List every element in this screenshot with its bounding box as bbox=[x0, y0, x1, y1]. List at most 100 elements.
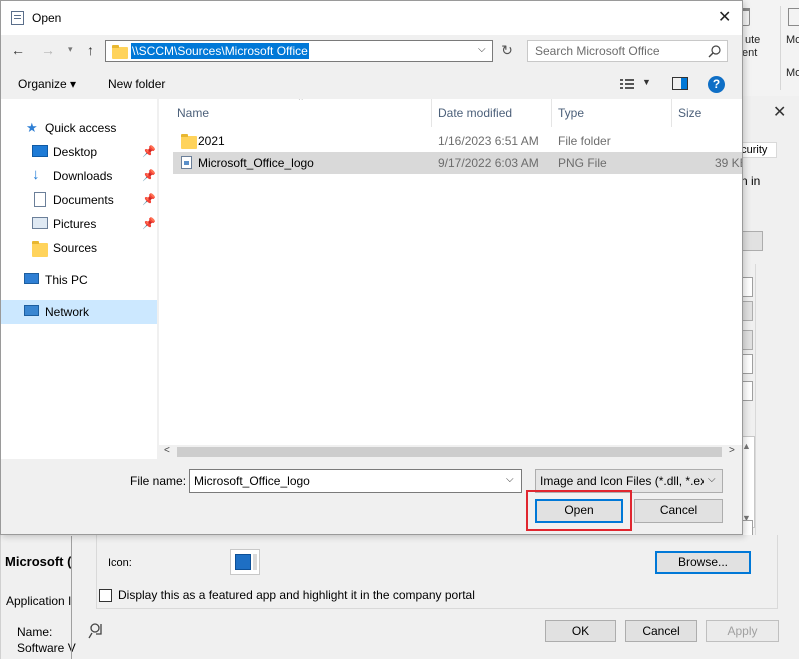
address-path[interactable]: \\SCCM\Sources\Microsoft Office bbox=[131, 43, 309, 59]
nav-item-pictures[interactable]: Pictures 📌 bbox=[1, 212, 157, 236]
title-bar: Open ✕ bbox=[1, 1, 742, 35]
divider bbox=[71, 536, 72, 659]
column-header-date-modified[interactable]: Date modified bbox=[438, 99, 512, 127]
open-dialog: Open ✕ ← → ▾ ↑ \\SCCM\Sources\Microsoft … bbox=[0, 0, 743, 535]
nav-item-label: Downloads bbox=[53, 169, 113, 183]
view-options-icon[interactable] bbox=[619, 77, 635, 91]
view-dropdown-icon[interactable]: ▼ bbox=[642, 77, 651, 87]
file-row[interactable]: Microsoft_Office_logo 9/17/2022 6:03 AM … bbox=[173, 152, 742, 174]
nav-item-label: Documents bbox=[53, 193, 114, 207]
static-text: n in bbox=[741, 174, 761, 188]
address-bar[interactable]: \\SCCM\Sources\Microsoft Office ⌵ bbox=[105, 40, 493, 62]
desktop-icon bbox=[32, 145, 48, 157]
close-icon[interactable]: ✕ bbox=[773, 102, 786, 122]
dialog-icon bbox=[11, 11, 24, 25]
search-input[interactable]: Search Microsoft Office bbox=[527, 40, 728, 62]
properties-cancel-button[interactable]: Cancel bbox=[625, 620, 697, 642]
ribbon-button-label[interactable]: Mo bbox=[786, 67, 799, 79]
search-icon[interactable] bbox=[708, 44, 722, 58]
nav-item-documents[interactable]: Documents 📌 bbox=[1, 188, 157, 212]
column-separator[interactable] bbox=[431, 99, 432, 127]
nav-item-label: Sources bbox=[53, 241, 98, 255]
help-icon[interactable]: ? bbox=[708, 76, 725, 93]
column-header-type[interactable]: Type bbox=[558, 99, 584, 127]
ribbon-separator bbox=[780, 6, 781, 90]
app-icon-detail bbox=[253, 554, 257, 570]
file-date-modified: 1/16/2023 6:51 AM bbox=[438, 134, 539, 148]
name-label: Name: bbox=[17, 625, 53, 639]
file-name-value: Microsoft_Office_logo bbox=[194, 474, 310, 488]
column-separator[interactable] bbox=[671, 99, 672, 127]
documents-icon bbox=[34, 192, 46, 207]
nav-item-network[interactable]: Network bbox=[1, 300, 157, 324]
file-date-modified: 9/17/2022 6:03 AM bbox=[438, 156, 539, 170]
address-dropdown-icon[interactable]: ⌵ bbox=[478, 44, 486, 55]
open-button[interactable]: Open bbox=[535, 499, 623, 523]
nav-item-label: Network bbox=[45, 305, 90, 319]
browse-button[interactable]: Browse... bbox=[655, 551, 751, 574]
column-header-size[interactable]: Size bbox=[678, 99, 701, 127]
command-bar: Organize ▾ New folder ▼ ? bbox=[1, 69, 742, 99]
nav-item-this-pc[interactable]: This PC bbox=[1, 268, 157, 292]
application-fragment: Application I bbox=[6, 594, 72, 608]
file-row[interactable]: 2021 1/16/2023 6:51 AM File folder bbox=[173, 130, 742, 152]
folder-icon bbox=[181, 134, 197, 149]
pin-icon: 📌 bbox=[142, 218, 156, 230]
new-folder-button[interactable]: New folder bbox=[108, 77, 165, 91]
column-header-name[interactable]: Name bbox=[177, 99, 209, 127]
apply-button[interactable]: Apply bbox=[706, 620, 779, 642]
featured-checkbox-label: Display this as a featured app and highl… bbox=[118, 588, 475, 602]
software-fragment: Software V bbox=[17, 641, 76, 655]
image-file-icon bbox=[181, 156, 192, 169]
scroll-thumb[interactable] bbox=[177, 447, 722, 457]
pin-icon: 📌 bbox=[142, 146, 156, 158]
up-arrow-icon[interactable]: ↑ bbox=[87, 42, 94, 58]
file-name-label: File name: bbox=[130, 474, 187, 488]
sort-up-icon: ⌃ bbox=[297, 99, 305, 106]
file-type-value: Image and Icon Files (*.dll, *.exe bbox=[540, 474, 704, 488]
recent-locations-chevron-icon[interactable]: ▾ bbox=[68, 44, 73, 55]
file-size: 39 KB bbox=[715, 156, 742, 170]
file-name-input[interactable]: Microsoft_Office_logo ⌵ bbox=[189, 469, 522, 493]
scroll-up-icon: ▲ bbox=[742, 441, 751, 451]
pin-icon: 📌 bbox=[142, 194, 156, 206]
column-separator[interactable] bbox=[551, 99, 552, 127]
dialog-title: Open bbox=[32, 11, 62, 25]
featured-checkbox[interactable] bbox=[99, 589, 112, 602]
preview-pane-fill bbox=[681, 78, 687, 89]
file-type-dropdown-icon[interactable]: ⌵ bbox=[708, 474, 716, 485]
scroll-left-icon[interactable]: < bbox=[164, 445, 170, 456]
forward-arrow-icon[interactable]: → bbox=[41, 42, 55, 58]
nav-item-sources[interactable]: Sources bbox=[1, 236, 157, 260]
ribbon-button-label[interactable]: Mo bbox=[786, 34, 799, 46]
nav-item-label: Desktop bbox=[53, 145, 98, 159]
preview-pane-icon[interactable] bbox=[672, 77, 688, 90]
refresh-icon[interactable]: ↻ bbox=[496, 42, 518, 62]
horizontal-scrollbar[interactable]: < > bbox=[159, 445, 742, 459]
ok-button[interactable]: OK bbox=[545, 620, 616, 642]
nav-item-downloads[interactable]: ↓ Downloads 📌 bbox=[1, 164, 157, 188]
file-list: ⌃ Name Date modified Type Size 2021 1/16… bbox=[159, 99, 742, 445]
nav-item-label: This PC bbox=[45, 273, 88, 287]
ribbon-button-label[interactable]: ent bbox=[742, 47, 757, 59]
network-icon bbox=[24, 305, 39, 316]
back-arrow-icon[interactable]: ← bbox=[11, 42, 25, 58]
organize-button[interactable]: Organize ▾ bbox=[18, 77, 76, 91]
ribbon-icon bbox=[788, 8, 799, 26]
close-icon[interactable]: ✕ bbox=[718, 7, 731, 27]
navigation-pane: ★ Quick access Desktop 📌 ↓ Downloads 📌 D… bbox=[1, 99, 157, 459]
pin-icon: 📌 bbox=[142, 170, 156, 182]
nav-item-quick-access[interactable]: ★ Quick access bbox=[1, 116, 157, 140]
cancel-button[interactable]: Cancel bbox=[634, 499, 723, 523]
search-placeholder: Search Microsoft Office bbox=[535, 44, 660, 58]
nav-item-desktop[interactable]: Desktop 📌 bbox=[1, 140, 157, 164]
folder-icon bbox=[112, 45, 128, 59]
app-icon-preview bbox=[230, 549, 260, 575]
app-title-fragment: Microsoft ( bbox=[5, 554, 72, 569]
feedback-icon[interactable] bbox=[86, 620, 106, 640]
file-type: PNG File bbox=[558, 156, 607, 170]
ribbon-button-label[interactable]: ute bbox=[745, 34, 760, 46]
pictures-icon bbox=[32, 217, 48, 229]
scroll-right-icon[interactable]: > bbox=[729, 445, 735, 456]
file-name-dropdown-icon[interactable]: ⌵ bbox=[506, 474, 514, 485]
